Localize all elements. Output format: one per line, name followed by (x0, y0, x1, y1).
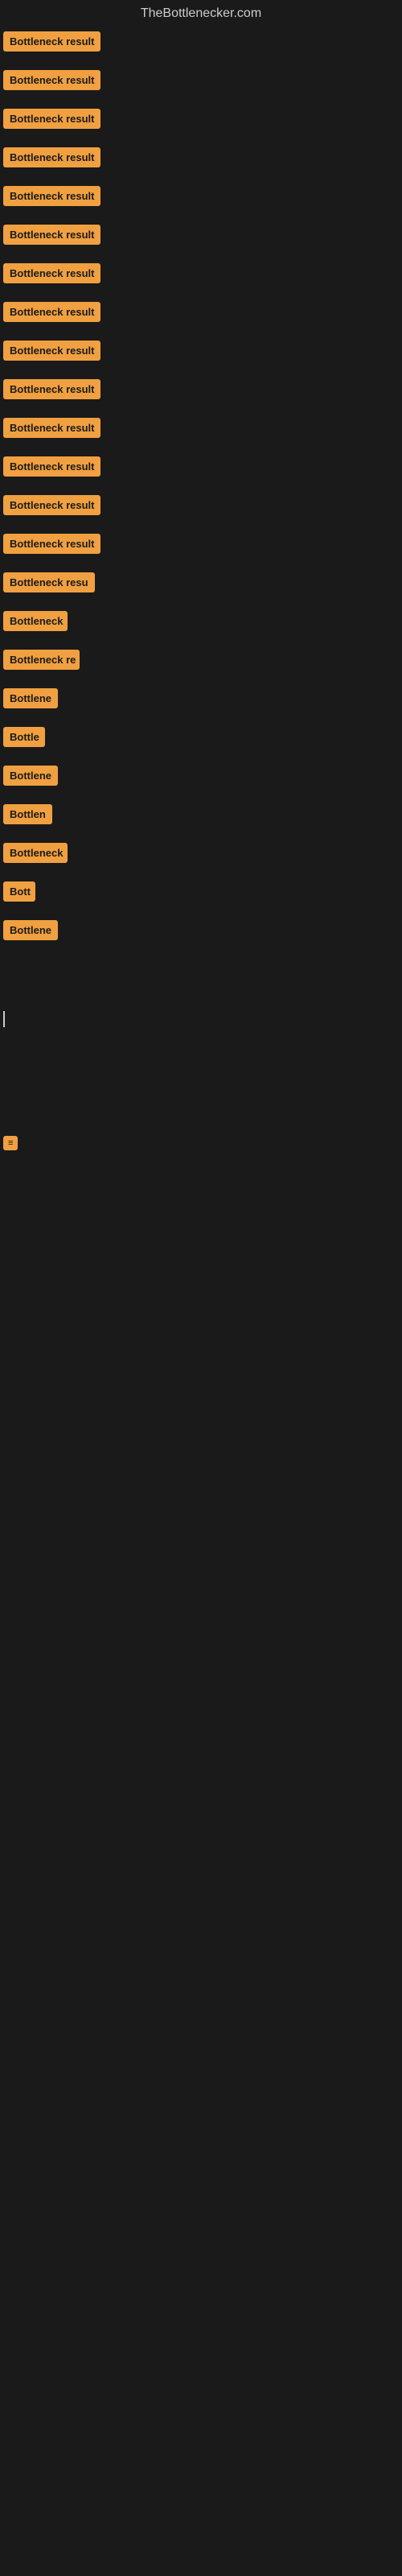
bottleneck-badge[interactable]: Bottleneck result (3, 418, 100, 438)
bottleneck-row: Bottleneck result (0, 143, 402, 175)
bottleneck-badge[interactable]: Bottleneck result (3, 31, 100, 52)
bottleneck-badge[interactable]: Bottlene (3, 688, 58, 708)
site-title: TheBottlenecker.com (0, 0, 402, 27)
bottleneck-row: Bottlen (0, 800, 402, 832)
bottleneck-badge[interactable]: Bottleneck resu (3, 572, 95, 592)
bottleneck-badge[interactable]: Bottleneck result (3, 495, 100, 515)
bottleneck-row: Bottleneck (0, 607, 402, 639)
bottleneck-badge[interactable]: Bottleneck result (3, 302, 100, 322)
bottleneck-row: Bottlene (0, 762, 402, 794)
title-text: TheBottlenecker.com (141, 6, 261, 20)
cursor (3, 1011, 5, 1027)
bottleneck-badge[interactable]: Bottleneck result (3, 109, 100, 129)
bottleneck-badge[interactable]: Bottleneck (3, 843, 68, 863)
bottleneck-row: Bottleneck result (0, 66, 402, 98)
bottleneck-row: Bottleneck result (0, 105, 402, 137)
bottleneck-badge[interactable]: Bottlen (3, 804, 52, 824)
bottleneck-row: Bottleneck result (0, 298, 402, 330)
bottleneck-row: Bottleneck result (0, 530, 402, 562)
bottleneck-row: Bottleneck resu (0, 568, 402, 601)
bottleneck-row: Bottle (0, 723, 402, 755)
bottleneck-badge[interactable]: Bottleneck re (3, 650, 80, 670)
bottleneck-row: Bottleneck result (0, 259, 402, 291)
bottleneck-badge[interactable]: Bottleneck result (3, 70, 100, 90)
bottleneck-row: Bottleneck re (0, 646, 402, 678)
bottleneck-row: Bottleneck result (0, 414, 402, 446)
bottleneck-badge[interactable]: Bottleneck result (3, 379, 100, 399)
bottleneck-badge[interactable]: Bottleneck result (3, 456, 100, 477)
bottleneck-badge[interactable]: Bottleneck result (3, 534, 100, 554)
bottleneck-badge[interactable]: Bottleneck result (3, 147, 100, 167)
bottleneck-row: Bottleneck result (0, 221, 402, 253)
bottleneck-badge[interactable]: Bottleneck result (3, 263, 100, 283)
bottleneck-badge[interactable]: Bottleneck result (3, 186, 100, 206)
bottleneck-row: Bottlene (0, 684, 402, 716)
bottleneck-badge[interactable]: Bottlene (3, 766, 58, 786)
bottleneck-row: Bottleneck result (0, 491, 402, 523)
bottleneck-row: Bottlene (0, 916, 402, 948)
bottleneck-row: Bottleneck result (0, 375, 402, 407)
bottleneck-badge[interactable]: Bottleneck result (3, 225, 100, 245)
bottleneck-badge[interactable]: Bottle (3, 727, 45, 747)
bottleneck-row: Bottleneck result (0, 27, 402, 60)
bottleneck-row: Bottleneck result (0, 182, 402, 214)
bottleneck-badge[interactable]: Bottlene (3, 920, 58, 940)
bottleneck-badge[interactable]: Bott (3, 881, 35, 902)
bottleneck-badge[interactable]: Bottleneck result (3, 341, 100, 361)
bottleneck-row: Bottleneck (0, 839, 402, 871)
bottleneck-row: Bott (0, 877, 402, 910)
bottleneck-row: Bottleneck result (0, 452, 402, 485)
bottleneck-badge[interactable]: Bottleneck (3, 611, 68, 631)
bottleneck-row: Bottleneck result (0, 336, 402, 369)
small-badge-item: ≡ (3, 1136, 18, 1150)
